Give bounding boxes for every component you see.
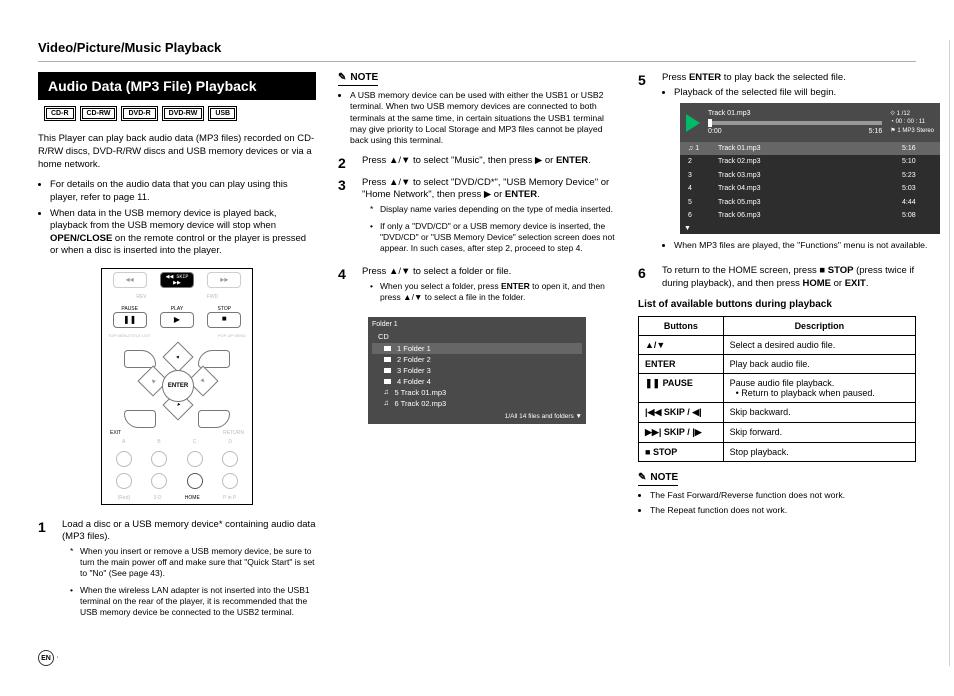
- list-item: 3Track 03.mp35:23: [680, 169, 940, 182]
- list-item: 6Track 06.mp35:08: [680, 209, 940, 222]
- list-item: 5Track 05.mp34:44: [680, 196, 940, 209]
- step-2: Press ▲/▼ to select "Music", then press …: [362, 155, 616, 168]
- step-number: 1: [38, 519, 52, 535]
- step-3: Press ▲/▼ to select "DVD/CD*", "USB Memo…: [362, 177, 616, 261]
- table-title: List of available buttons during playbac…: [638, 299, 916, 310]
- folder-panel: Folder 1 CD 1 Folder 1 2 Folder 2 3 Fold…: [368, 317, 586, 424]
- folder-icon: [384, 346, 391, 351]
- note-icon: ✎: [338, 72, 346, 83]
- intro-bullets: For details on the audio data that you c…: [38, 179, 316, 257]
- music-note-icon: ♫: [384, 389, 389, 397]
- page-language-mark: EN: [38, 650, 54, 666]
- skip-back-icon: ◂◂: [113, 272, 147, 288]
- list-item: ♫ 1Track 01.mp35:16: [680, 142, 940, 155]
- remote-diagram: ◂◂ ◀◀ SKIP ▶▶ ▸▸ REVFWD PAUSE❚❚ PLAY▶ ST…: [101, 268, 253, 505]
- intro-text: This Player can play back audio data (MP…: [38, 133, 316, 171]
- page-title: Video/Picture/Music Playback: [38, 40, 916, 62]
- step-5: Press ENTER to play back the selected fi…: [662, 72, 940, 259]
- note-bullets-2: The Fast Forward/Reverse function does n…: [638, 490, 916, 517]
- play-icon: [686, 114, 700, 132]
- enter-button: ENTER: [162, 370, 194, 402]
- folder-icon: [384, 368, 391, 373]
- folder-icon: [384, 379, 391, 384]
- step-6: To return to the HOME screen, press ■ ST…: [662, 265, 916, 291]
- step-4: Press ▲/▼ to select a folder or file. Wh…: [362, 266, 616, 309]
- skip-label: ◀◀ SKIP ▶▶: [160, 272, 194, 288]
- buttons-table: ButtonsDescription ▲/▼Select a desired a…: [638, 316, 916, 462]
- folder-icon: [384, 357, 391, 362]
- music-note-icon: ♫: [384, 400, 389, 408]
- playback-panel: Track 01.mp3 0:005:16 ⟐ 1 /12 ◔ 00 : 00 …: [680, 103, 940, 234]
- note-heading: ✎NOTE: [338, 72, 378, 86]
- note-bullets: A USB memory device can be used with eit…: [338, 90, 616, 147]
- section-heading: Audio Data (MP3 File) Playback: [38, 72, 316, 100]
- media-badges: CD-R CD-RW DVD-R DVD-RW USB: [44, 106, 310, 121]
- note-icon: ✎: [638, 472, 646, 483]
- list-item: 4Track 04.mp35:03: [680, 182, 940, 195]
- skip-fwd-icon: ▸▸: [207, 272, 241, 288]
- step-1: Load a disc or a USB memory device* cont…: [62, 519, 316, 625]
- note-heading: ✎NOTE: [638, 472, 678, 486]
- list-item: 2Track 02.mp35:10: [680, 155, 940, 168]
